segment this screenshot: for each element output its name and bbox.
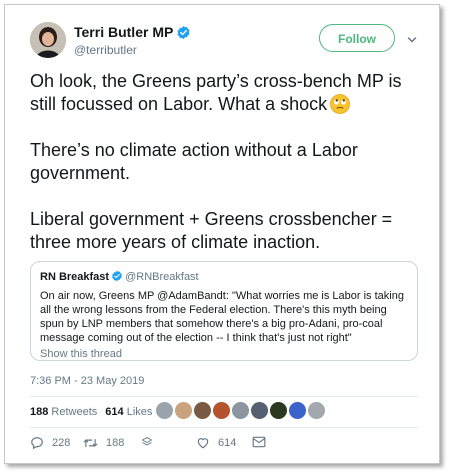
chevron-down-icon[interactable] — [407, 32, 417, 43]
engagement-stats: 188 Retweets 614 Likes — [30, 406, 152, 418]
liker-avatar[interactable] — [155, 401, 174, 420]
likes-label: Likes — [126, 406, 153, 418]
author-handle[interactable]: @terributler — [74, 43, 137, 57]
tweet-paragraph: Liberal government + Greens crossbencher… — [30, 209, 393, 252]
direct-message-button[interactable] — [252, 436, 274, 448]
like-button[interactable]: 614 — [196, 436, 236, 449]
likes-stat[interactable]: 614 Likes — [105, 406, 152, 418]
quoted-author-handle[interactable]: @RNBreakfast — [125, 271, 199, 283]
quoted-author-name[interactable]: RN Breakfast — [40, 271, 109, 283]
likes-count: 614 — [105, 406, 124, 418]
follow-button[interactable]: Follow — [319, 24, 395, 52]
tweet-timestamp[interactable]: 7:36 PM - 23 May 2019 — [30, 375, 144, 387]
quoted-tweet[interactable]: RN Breakfast @RNBreakfast On air now, Gre… — [30, 261, 418, 361]
retweets-count: 188 — [30, 406, 49, 418]
show-thread-link[interactable]: Show this thread — [40, 348, 408, 360]
divider — [30, 396, 418, 397]
tweet-paragraph: Oh look, the Greens party’s cross-bench … — [30, 70, 430, 116]
heart-icon — [196, 436, 218, 449]
retweet-button[interactable]: 188 — [83, 436, 124, 450]
liker-avatar[interactable] — [288, 401, 307, 420]
reply-icon — [30, 436, 52, 450]
envelope-icon — [252, 436, 274, 448]
rolling-eyes-emoji-icon — [330, 94, 351, 114]
liker-avatar[interactable] — [212, 401, 231, 420]
retweets-stat[interactable]: 188 Retweets — [30, 406, 97, 418]
stack-icon — [141, 436, 161, 448]
like-count: 614 — [218, 436, 237, 449]
verified-badge-icon — [176, 25, 191, 43]
retweet-icon — [83, 436, 106, 450]
tweet-paragraph: There’s no climate action without a Labo… — [30, 140, 358, 183]
stack-button[interactable] — [141, 436, 161, 448]
tweet-text: Oh look, the Greens party’s cross-bench … — [30, 70, 430, 254]
retweet-count: 188 — [106, 437, 125, 449]
quoted-author[interactable]: RN Breakfast @RNBreakfast — [40, 270, 408, 285]
verified-badge-icon — [111, 270, 123, 285]
liker-avatar[interactable] — [231, 401, 250, 420]
reply-button[interactable]: 228 — [30, 436, 70, 450]
author-avatar[interactable] — [30, 22, 66, 58]
liker-avatar[interactable] — [174, 401, 193, 420]
author-name[interactable]: Terri Butler MP — [74, 24, 191, 43]
liker-avatar[interactable] — [193, 401, 212, 420]
tweet-card: Terri Butler MP @terributler Follow Oh l… — [4, 4, 440, 464]
divider — [30, 427, 418, 428]
reply-count: 228 — [52, 437, 71, 449]
action-bar: 228 188 614 — [30, 436, 418, 456]
liker-avatar[interactable] — [269, 401, 288, 420]
retweets-label: Retweets — [51, 406, 98, 418]
author-name-text[interactable]: Terri Butler MP — [74, 24, 173, 40]
liker-avatar[interactable] — [307, 401, 326, 420]
liker-avatar[interactable] — [250, 401, 269, 420]
quoted-text: On air now, Greens MP @AdamBandt: "What … — [40, 290, 404, 344]
